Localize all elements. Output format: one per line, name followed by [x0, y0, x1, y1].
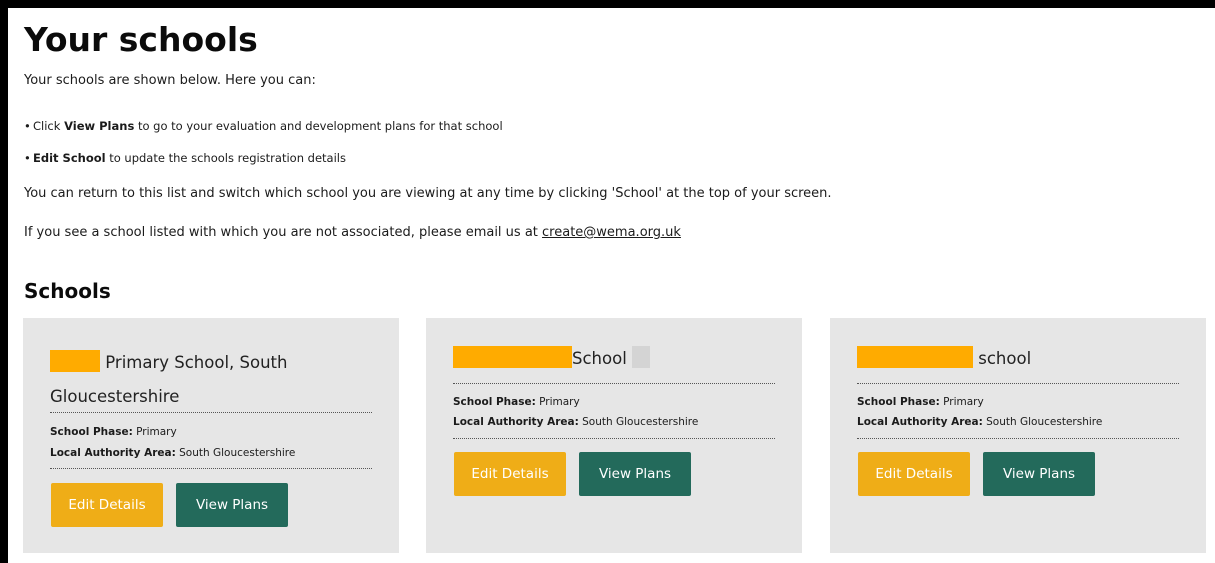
switch-school-text: You can return to this list and switch w… — [24, 186, 832, 201]
divider — [453, 438, 775, 439]
divider — [857, 438, 1179, 439]
edit-details-button[interactable]: Edit Details — [454, 452, 566, 496]
bullet-edit-school: • Edit School to update the schools regis… — [24, 151, 346, 165]
view-plans-button[interactable]: View Plans — [176, 483, 288, 527]
bullet-view-plans: • Click View Plans to go to your evaluati… — [24, 119, 503, 133]
school-phase: School Phase: Primary — [453, 396, 580, 408]
local-authority-area: Local Authority Area: South Gloucestersh… — [50, 447, 296, 459]
local-authority-area: Local Authority Area: South Gloucestersh… — [453, 416, 699, 428]
section-title: Schools — [24, 279, 111, 303]
divider — [453, 383, 775, 384]
school-name: school — [857, 342, 1187, 376]
redacted-block — [857, 346, 973, 368]
school-name: Primary School, South Gloucestershire — [50, 346, 380, 414]
local-authority-area: Local Authority Area: South Gloucestersh… — [857, 416, 1103, 428]
view-plans-button[interactable]: View Plans — [983, 452, 1095, 496]
divider — [50, 412, 372, 413]
divider — [857, 383, 1179, 384]
bullet-bold-view-plans: View Plans — [64, 119, 135, 133]
school-card: School School Phase: Primary Local Autho… — [426, 318, 802, 553]
page-title: Your schools — [24, 20, 258, 59]
school-phase: School Phase: Primary — [857, 396, 984, 408]
divider — [50, 468, 372, 469]
view-plans-button[interactable]: View Plans — [579, 452, 691, 496]
redacted-block — [50, 350, 100, 372]
school-card: school School Phase: Primary Local Autho… — [830, 318, 1206, 553]
edit-details-button[interactable]: Edit Details — [858, 452, 970, 496]
school-card: Primary School, South Gloucestershire Sc… — [23, 318, 399, 553]
email-link[interactable]: create@wema.org.uk — [542, 225, 681, 240]
intro-text: Your schools are shown below. Here you c… — [24, 73, 316, 88]
page-frame: Your schools Your schools are shown belo… — [8, 8, 1215, 563]
school-phase: School Phase: Primary — [50, 426, 177, 438]
school-name: School — [453, 342, 783, 376]
redacted-block — [632, 346, 651, 368]
edit-details-button[interactable]: Edit Details — [51, 483, 163, 527]
redacted-block — [453, 346, 572, 368]
bullet-bold-edit-school: Edit School — [33, 151, 106, 165]
not-associated-text: If you see a school listed with which yo… — [24, 225, 681, 240]
